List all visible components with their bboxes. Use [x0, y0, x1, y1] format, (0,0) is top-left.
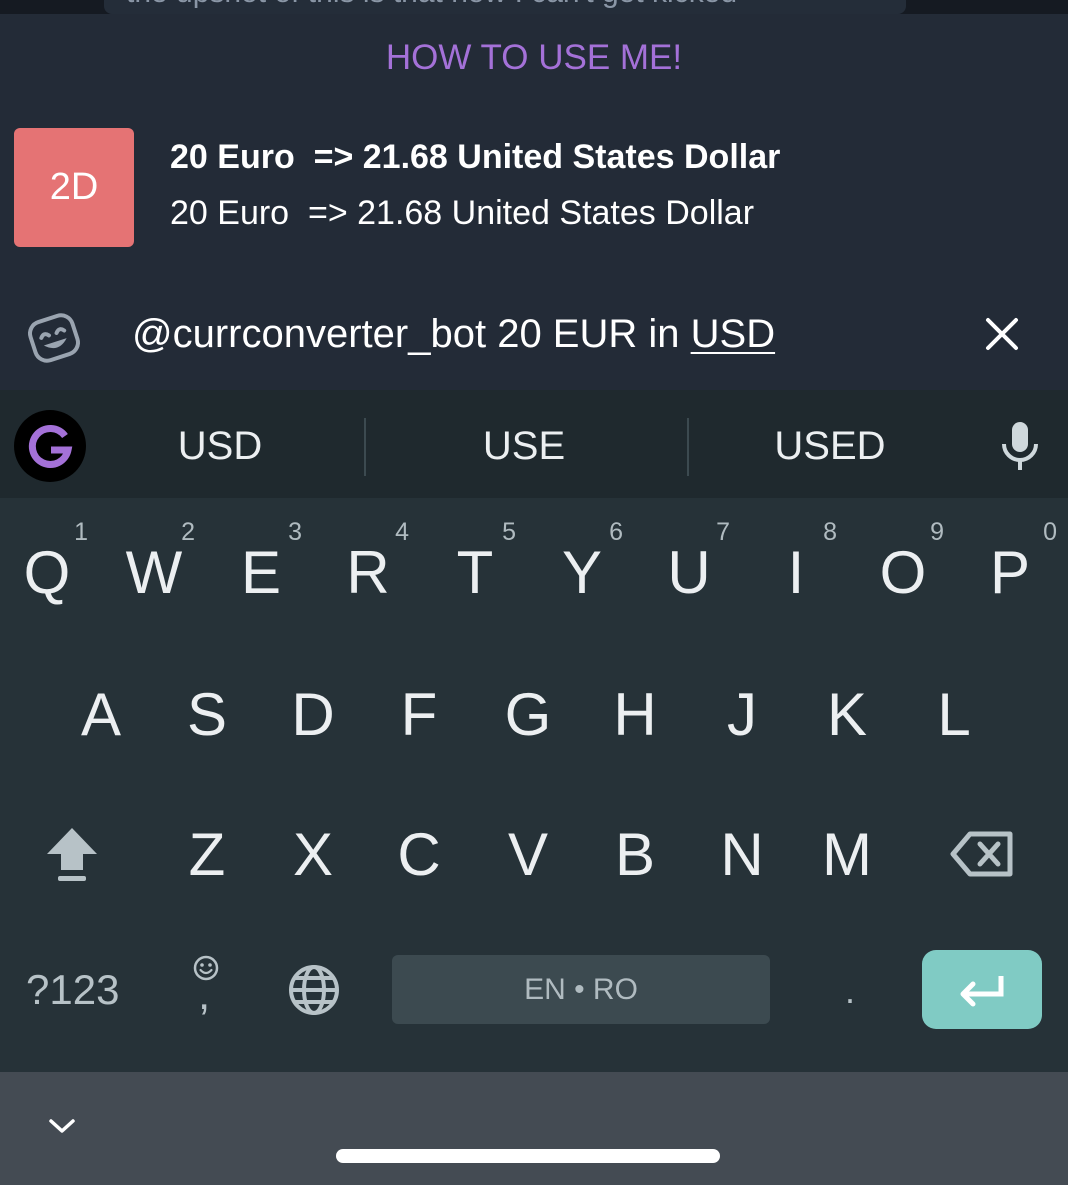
input-composing-word: USD [690, 312, 776, 356]
shift-key[interactable] [22, 804, 122, 904]
smile-icon [28, 313, 80, 363]
suggestion-2[interactable]: USE [404, 424, 644, 469]
how-to-use-link[interactable]: HOW TO USE ME! [0, 38, 1068, 78]
suggestion-divider [364, 418, 366, 476]
result-title: 20 Euro => 21.68 United States Dollar [170, 138, 781, 176]
key-c[interactable]: C [372, 804, 466, 904]
clear-input-button[interactable] [980, 312, 1024, 356]
key-k[interactable]: K [800, 664, 894, 764]
backspace-key[interactable] [940, 804, 1024, 904]
key-x[interactable]: X [266, 804, 360, 904]
chat-message-bubble: the upshot of this is that now I can't g… [104, 0, 906, 14]
key-b[interactable]: B [588, 804, 682, 904]
period-key[interactable]: . [818, 956, 882, 1026]
home-gesture-handle[interactable] [336, 1149, 720, 1163]
key-e[interactable]: E3 [214, 518, 308, 622]
backspace-icon [950, 831, 1013, 877]
input-text-prefix: @currconverter_bot 20 EUR in [132, 312, 691, 356]
key-o[interactable]: O9 [856, 518, 950, 622]
result-avatar: 2D [14, 128, 134, 247]
hide-keyboard-button[interactable] [46, 1114, 78, 1138]
key-w[interactable]: W2 [107, 518, 201, 622]
enter-key[interactable] [922, 950, 1042, 1029]
key-n[interactable]: N [695, 804, 789, 904]
key-s[interactable]: S [160, 664, 254, 764]
emoji-comma-key[interactable]: , [176, 948, 236, 1028]
key-f[interactable]: F [372, 664, 466, 764]
key-i[interactable]: I8 [749, 518, 843, 622]
key-l[interactable]: L [907, 664, 1001, 764]
inline-results-panel: HOW TO USE ME! 2D 20 Euro => 21.68 Unite… [0, 14, 1068, 290]
chat-history-strip: the upshot of this is that now I can't g… [0, 0, 1068, 14]
key-d[interactable]: D [266, 664, 360, 764]
shift-icon [47, 828, 97, 881]
language-key[interactable] [282, 958, 346, 1022]
google-g-icon[interactable] [14, 410, 86, 482]
comma-label: , [198, 970, 211, 1019]
close-icon [986, 318, 1018, 350]
key-u[interactable]: U7 [642, 518, 736, 622]
chevron-down-icon [49, 1119, 75, 1133]
key-m[interactable]: M [800, 804, 894, 904]
soft-keyboard: USD USE USED Q1 W2 E3 R4 T5 Y6 U7 I8 O9 … [0, 390, 1068, 1072]
system-navigation-bar [0, 1072, 1068, 1185]
key-h[interactable]: H [588, 664, 682, 764]
key-q[interactable]: Q1 [0, 518, 94, 622]
suggestion-1[interactable]: USD [100, 424, 340, 469]
key-r[interactable]: R4 [321, 518, 415, 622]
key-p[interactable]: P0 [963, 518, 1057, 622]
space-bar[interactable]: EN • RO [392, 955, 770, 1024]
enter-icon [960, 975, 1004, 1006]
key-z[interactable]: Z [160, 804, 254, 904]
chat-message-text: the upshot of this is that now I can't g… [126, 0, 737, 10]
message-input[interactable]: @currconverter_bot 20 EUR in USD [132, 312, 775, 357]
key-a[interactable]: A [54, 664, 148, 764]
message-input-bar: @currconverter_bot 20 EUR in USD [0, 290, 1068, 390]
key-v[interactable]: V [481, 804, 575, 904]
key-g[interactable]: G [481, 664, 575, 764]
key-y[interactable]: Y6 [535, 518, 629, 622]
suggestion-strip: USD USE USED [0, 390, 1068, 498]
result-description: 20 Euro => 21.68 United States Dollar [170, 194, 755, 232]
microphone-icon[interactable] [998, 420, 1042, 472]
globe-icon [289, 965, 339, 1015]
suggestion-divider [687, 418, 689, 476]
key-j[interactable]: J [695, 664, 789, 764]
suggestion-3[interactable]: USED [710, 424, 950, 469]
symbols-key[interactable]: ?123 [26, 966, 119, 1014]
sticker-button[interactable] [22, 306, 86, 370]
key-t[interactable]: T5 [428, 518, 522, 622]
inline-result-item[interactable]: 2D 20 Euro => 21.68 United States Dollar… [0, 126, 1068, 250]
